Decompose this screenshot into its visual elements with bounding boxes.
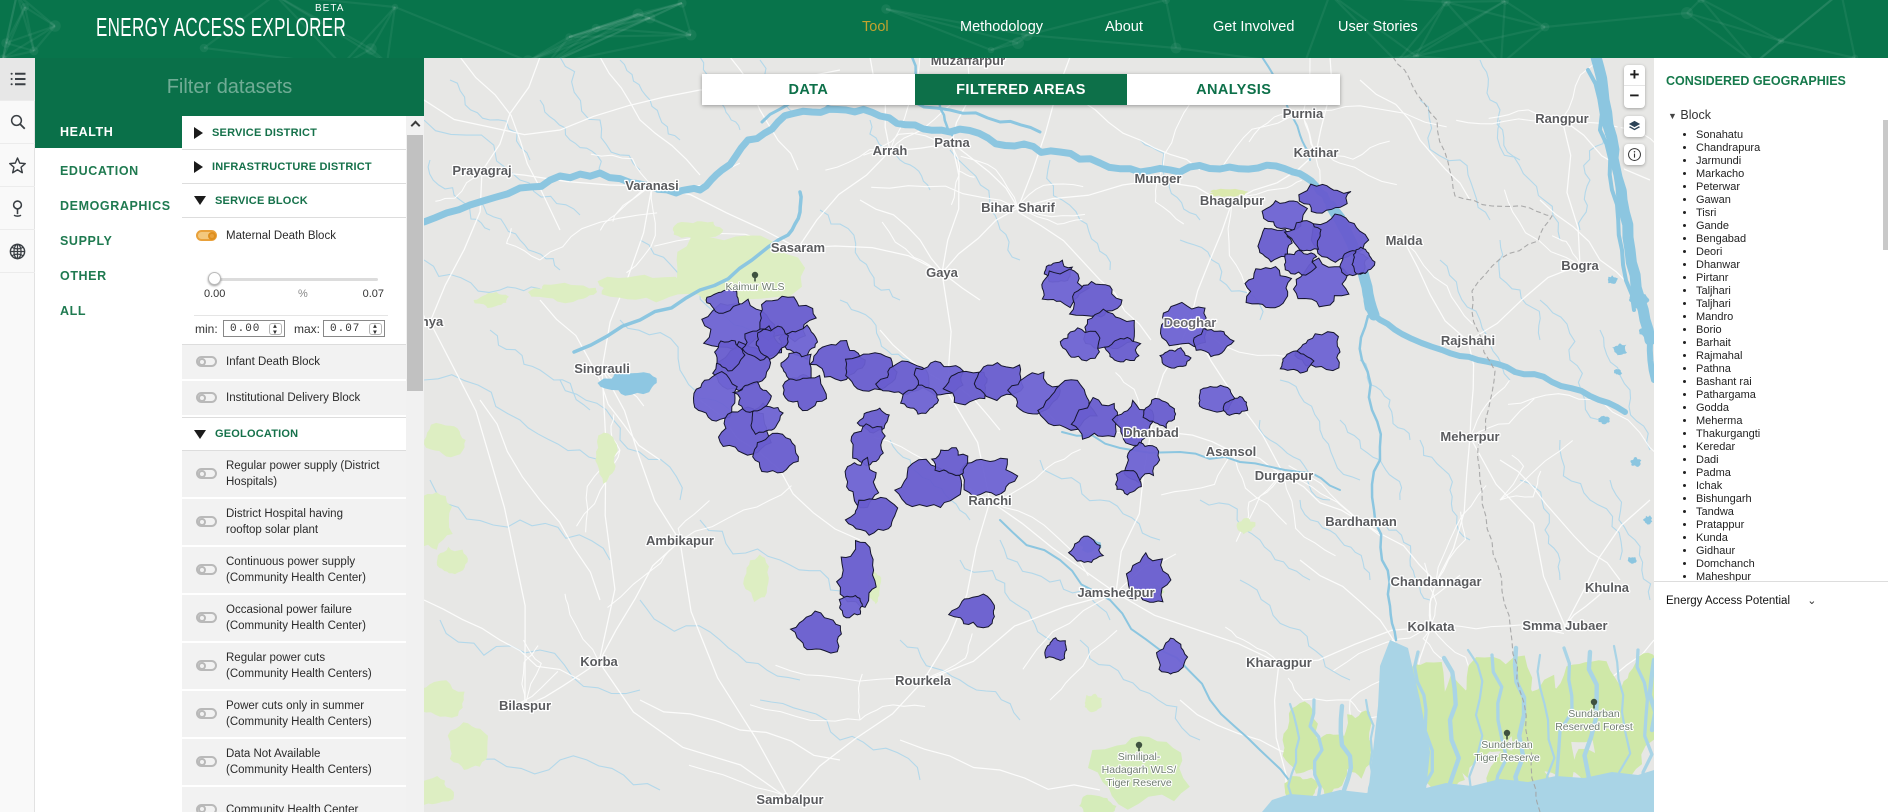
svg-text:Similipal-: Similipal- — [1118, 751, 1161, 763]
svg-text:Gaya: Gaya — [926, 265, 959, 280]
svg-text:Kolkata: Kolkata — [1408, 619, 1456, 634]
svg-text:Rourkela: Rourkela — [895, 673, 951, 688]
svg-text:Prayagraj: Prayagraj — [452, 163, 511, 178]
svg-text:Smma Jubaer: Smma Jubaer — [1522, 618, 1607, 633]
svg-text:Jamshedpur: Jamshedpur — [1077, 585, 1154, 600]
svg-text:Bardhaman: Bardhaman — [1325, 514, 1397, 529]
svg-text:Dhanbad: Dhanbad — [1123, 425, 1179, 440]
svg-text:Singrauli: Singrauli — [574, 361, 630, 376]
svg-text:Arrah: Arrah — [873, 143, 908, 158]
svg-text:Chandannagar: Chandannagar — [1390, 574, 1481, 589]
svg-text:Malda: Malda — [1386, 233, 1424, 248]
svg-text:Rangpur: Rangpur — [1535, 111, 1588, 126]
svg-text:Rajshahi: Rajshahi — [1441, 333, 1495, 348]
svg-text:Bogra: Bogra — [1561, 258, 1599, 273]
svg-text:Asansol: Asansol — [1206, 444, 1257, 459]
svg-text:Tiger Reserve: Tiger Reserve — [1106, 777, 1172, 789]
svg-text:Ranchi: Ranchi — [968, 493, 1011, 508]
svg-text:Ambikapur: Ambikapur — [646, 533, 714, 548]
svg-text:Bilaspur: Bilaspur — [499, 698, 551, 713]
svg-text:Sunderban: Sunderban — [1481, 739, 1533, 751]
svg-text:Sundarban: Sundarban — [1568, 708, 1620, 720]
svg-text:Deoghar: Deoghar — [1164, 315, 1217, 330]
svg-text:Korba: Korba — [580, 654, 618, 669]
svg-text:Reserved Forest: Reserved Forest — [1555, 721, 1633, 733]
svg-text:Bihar Sharif: Bihar Sharif — [981, 200, 1055, 215]
svg-text:Sasaram: Sasaram — [771, 240, 825, 255]
svg-text:Sambalpur: Sambalpur — [756, 792, 823, 807]
svg-text:Durgapur: Durgapur — [1255, 468, 1314, 483]
svg-text:Hadagarh WLS/: Hadagarh WLS/ — [1102, 764, 1177, 776]
svg-text:Khulna: Khulna — [1585, 580, 1630, 595]
svg-text:hya: hya — [424, 314, 444, 329]
svg-text:Meherpur: Meherpur — [1440, 429, 1499, 444]
svg-text:Kharagpur: Kharagpur — [1246, 655, 1312, 670]
svg-text:Muzaffarpur: Muzaffarpur — [931, 58, 1005, 68]
svg-text:Tiger Reserve: Tiger Reserve — [1474, 752, 1540, 764]
svg-text:Patna: Patna — [934, 135, 970, 150]
svg-text:Purnia: Purnia — [1283, 106, 1324, 121]
svg-text:Varanasi: Varanasi — [625, 178, 679, 193]
svg-text:Munger: Munger — [1135, 171, 1182, 186]
svg-text:Bhagalpur: Bhagalpur — [1200, 193, 1264, 208]
svg-text:Kaimur WLS: Kaimur WLS — [726, 281, 785, 293]
svg-text:Katihar: Katihar — [1294, 145, 1339, 160]
